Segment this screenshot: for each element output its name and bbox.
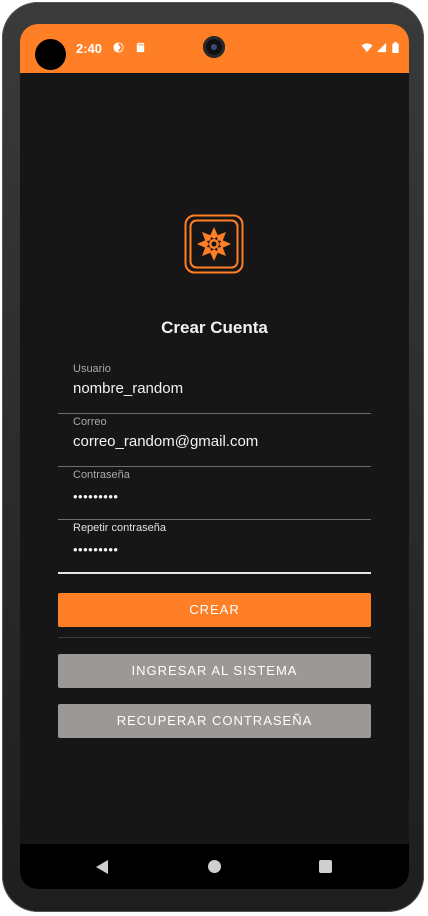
login-button[interactable]: INGRESAR AL SISTEMA [58, 654, 371, 688]
app-logo-icon [184, 214, 244, 274]
recover-password-button[interactable]: RECUPERAR CONTRASEÑA [58, 704, 371, 738]
app-screen: 2:40 Crear Cuenta Usuario nombre_random … [20, 24, 409, 889]
camera-lens [203, 36, 225, 58]
back-icon[interactable] [96, 860, 108, 874]
password-label: Contraseña [73, 469, 130, 481]
email-label: Correo [73, 416, 107, 428]
status-time: 2:40 [76, 41, 103, 56]
assistant-icon [113, 42, 124, 53]
wifi-icon [361, 43, 373, 53]
phone-frame: 2:40 Crear Cuenta Usuario nombre_random … [2, 2, 424, 912]
repeat-password-field[interactable]: Repetir contraseña ••••••••• [58, 520, 371, 574]
status-bar: 2:40 [20, 24, 409, 73]
create-button[interactable]: CREAR [58, 593, 371, 627]
username-value: nombre_random [73, 380, 184, 397]
password-value: ••••••••• [73, 489, 119, 504]
recents-icon[interactable] [319, 860, 332, 873]
page-title: Crear Cuenta [161, 318, 268, 337]
email-field[interactable]: Correo correo_random@gmail.com [58, 414, 371, 467]
username-field[interactable]: Usuario nombre_random [58, 361, 371, 414]
home-icon[interactable] [208, 860, 221, 873]
username-label: Usuario [73, 363, 111, 375]
sd-card-icon [136, 42, 145, 53]
cell-signal-icon [376, 42, 387, 53]
divider [58, 637, 371, 638]
front-camera-cutout [35, 39, 66, 70]
password-field[interactable]: Contraseña ••••••••• [58, 467, 371, 520]
navigation-bar [20, 844, 409, 889]
repeat-password-label: Repetir contraseña [73, 522, 166, 534]
battery-icon [392, 42, 399, 53]
repeat-password-value: ••••••••• [73, 542, 119, 557]
email-value: correo_random@gmail.com [73, 433, 259, 450]
